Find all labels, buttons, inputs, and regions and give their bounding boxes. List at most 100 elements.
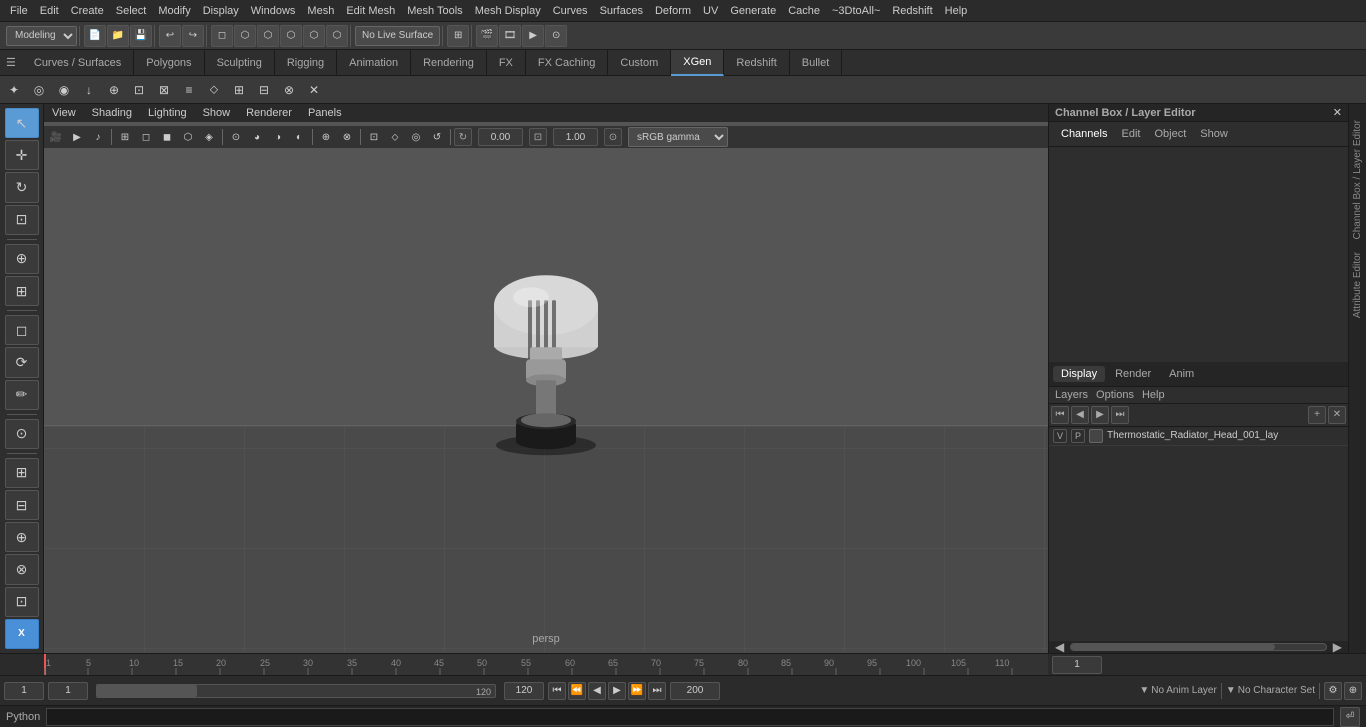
panel-tab-render[interactable]: Render — [1107, 366, 1159, 382]
bb-back-btn[interactable]: ◀ — [588, 682, 606, 700]
vp-smooth-btn[interactable]: ⊙ — [226, 127, 246, 147]
menu-mesh-display[interactable]: Mesh Display — [469, 3, 547, 19]
layer-scroll-left-arrow[interactable]: ◀ — [1051, 640, 1068, 654]
extra-tool5[interactable]: ⊡ — [5, 587, 39, 617]
tab-animation[interactable]: Animation — [337, 50, 411, 76]
vp-menu-shading[interactable]: Shading — [88, 106, 136, 120]
menu-display[interactable]: Display — [197, 3, 245, 19]
menu-help[interactable]: Help — [939, 3, 974, 19]
vp-film-btn[interactable]: ▶ — [67, 127, 87, 147]
layer-new-btn[interactable]: + — [1308, 406, 1326, 424]
render4-btn[interactable]: ⊙ — [545, 25, 567, 47]
soft-select-tool[interactable]: ⊕ — [5, 244, 39, 274]
xgen-icon10[interactable]: ⊞ — [227, 78, 251, 102]
panel-menu-options[interactable]: Options — [1096, 389, 1134, 401]
new-file-btn[interactable]: 📄 — [84, 25, 106, 47]
redo-btn[interactable]: ↪ — [182, 25, 204, 47]
vp-solid-btn[interactable]: ◼ — [157, 127, 177, 147]
open-file-btn[interactable]: 📁 — [107, 25, 129, 47]
workspace-dropdown[interactable]: Modeling — [6, 26, 77, 46]
vp-menu-renderer[interactable]: Renderer — [242, 106, 296, 120]
tab-bullet[interactable]: Bullet — [790, 50, 843, 76]
menu-windows[interactable]: Windows — [245, 3, 302, 19]
bb-prev-frame-btn[interactable]: ⏪ — [568, 682, 586, 700]
bb-play-end-btn[interactable]: ⏭ — [648, 682, 666, 700]
xgen-icon2[interactable]: ◎ — [27, 78, 51, 102]
menu-edit[interactable]: Edit — [34, 3, 65, 19]
layer-visibility-btn[interactable]: V — [1053, 429, 1067, 443]
select-paint-btn[interactable]: ⬡ — [280, 25, 302, 47]
xgen-icon3[interactable]: ◉ — [52, 78, 76, 102]
bb-play-start-btn[interactable]: ⏮ — [548, 682, 566, 700]
bb-frame-input-1[interactable] — [4, 682, 44, 700]
menu-generate[interactable]: Generate — [724, 3, 782, 19]
cb-close-btn[interactable]: ✕ — [1333, 106, 1342, 119]
bb-pref-btn[interactable]: ⚙ — [1324, 682, 1342, 700]
vp-camera-btn[interactable]: 🎥 — [46, 127, 66, 147]
paint-tool[interactable]: ✏ — [5, 380, 39, 410]
menu-select[interactable]: Select — [110, 3, 153, 19]
scale-tool[interactable]: ⊡ — [5, 205, 39, 235]
vp-ref-btn[interactable]: ↺ — [427, 127, 447, 147]
menu-3dto[interactable]: ~3DtoAll~ — [826, 3, 886, 19]
layer-color-swatch[interactable] — [1089, 429, 1103, 443]
python-run-btn[interactable]: ⏎ — [1340, 707, 1360, 727]
vp-coord-x[interactable] — [478, 128, 523, 146]
xgen-icon5[interactable]: ⊕ — [102, 78, 126, 102]
xgen-icon7[interactable]: ⊠ — [152, 78, 176, 102]
vp-grid-btn[interactable]: ⊞ — [115, 127, 135, 147]
layer-scroll-prev[interactable]: ◀ — [1071, 406, 1089, 424]
vp-iso-btn[interactable]: ⊡ — [364, 127, 384, 147]
layer-del-btn[interactable]: ✕ — [1328, 406, 1346, 424]
layer-scroll-start[interactable]: ⏮ — [1051, 406, 1069, 424]
menu-curves[interactable]: Curves — [547, 3, 594, 19]
xgen-icon9[interactable]: ⬦ — [202, 78, 226, 102]
select-obj-btn[interactable]: ◻ — [211, 25, 233, 47]
bb-fwd-btn[interactable]: ⏩ — [628, 682, 646, 700]
marquee-tool[interactable]: ◻ — [5, 315, 39, 345]
vp-obj-btn[interactable]: ⬦ — [385, 127, 405, 147]
bb-char-set-arrow[interactable]: ▼ — [1226, 685, 1236, 696]
layer-scrollbar-thumb[interactable] — [1071, 644, 1275, 650]
panel-tab-display[interactable]: Display — [1053, 366, 1105, 382]
tab-sculpting[interactable]: Sculpting — [205, 50, 275, 76]
xgen-icon11[interactable]: ⊟ — [252, 78, 276, 102]
render-btn[interactable]: 🎬 — [476, 25, 498, 47]
vp-light-btn[interactable]: ◈ — [199, 127, 219, 147]
xgen-icon4[interactable]: ↓ — [77, 78, 101, 102]
extra-tool1[interactable]: ⊞ — [5, 458, 39, 488]
menu-modify[interactable]: Modify — [152, 3, 196, 19]
layer-scroll-right-arrow[interactable]: ▶ — [1329, 640, 1346, 654]
xgen-icon1[interactable]: ✦ — [2, 78, 26, 102]
extra-tool2[interactable]: ⊟ — [5, 490, 39, 520]
layer-scroll-next[interactable]: ▶ — [1091, 406, 1109, 424]
xgen-icon6[interactable]: ⊡ — [127, 78, 151, 102]
bb-play-btn[interactable]: ▶ — [608, 682, 626, 700]
cb-tab-object[interactable]: Object — [1148, 126, 1192, 142]
xgen-icon13[interactable]: ✕ — [302, 78, 326, 102]
select-marquee-btn[interactable]: ⬡ — [326, 25, 348, 47]
tab-xgen[interactable]: XGen — [671, 50, 724, 76]
menu-create[interactable]: Create — [65, 3, 110, 19]
bb-progress-container[interactable]: 120 — [96, 684, 496, 698]
tab-fx[interactable]: FX — [487, 50, 526, 76]
panel-menu-help[interactable]: Help — [1142, 389, 1165, 401]
vp-gamma-dropdown[interactable]: sRGB gamma — [628, 127, 728, 147]
timeline-current-frame[interactable] — [1052, 656, 1102, 674]
time-ruler[interactable]: 1 5 10 15 20 25 30 35 40 45 50 — [44, 654, 1048, 676]
tab-rigging[interactable]: Rigging — [275, 50, 337, 76]
menu-deform[interactable]: Deform — [649, 3, 697, 19]
vp-tex-btn[interactable]: ⬡ — [178, 127, 198, 147]
menu-mesh[interactable]: Mesh — [301, 3, 340, 19]
vp-shadow-btn[interactable]: ◕ — [247, 127, 267, 147]
vp-ao-btn[interactable]: ◑ — [268, 127, 288, 147]
vp-wire-btn[interactable]: ◻ — [136, 127, 156, 147]
tab-fx-caching[interactable]: FX Caching — [526, 50, 608, 76]
vp-fx2-btn[interactable]: ⊗ — [337, 127, 357, 147]
select-lasso-btn[interactable]: ⬡ — [303, 25, 325, 47]
channel-box-vert-label[interactable]: Channel Box / Layer Editor — [1350, 114, 1365, 246]
xgen-icon8[interactable]: ≡ — [177, 78, 201, 102]
panel-tab-anim[interactable]: Anim — [1161, 366, 1202, 382]
layer-pickable-btn[interactable]: P — [1071, 429, 1085, 443]
menu-surfaces[interactable]: Surfaces — [594, 3, 649, 19]
